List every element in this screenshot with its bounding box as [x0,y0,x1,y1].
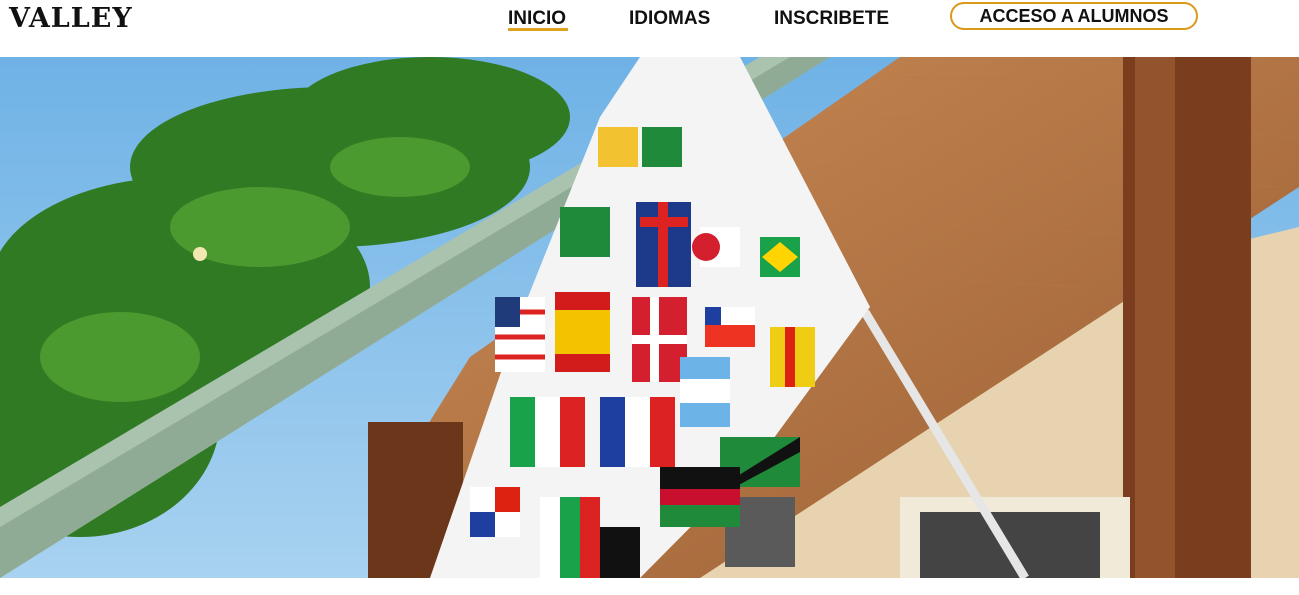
site-logo[interactable]: VALLEY [9,3,133,34]
student-access-button[interactable]: ACCESO A ALUMNOS [950,2,1198,30]
flags-photo-illustration [0,57,1299,578]
nav-link-inicio[interactable]: INICIO [508,8,566,30]
hero-banner-image [0,57,1299,578]
site-header: VALLEY INICIO IDIOMAS INSCRIBETE ACCESO … [0,0,1299,57]
nav-link-idiomas[interactable]: IDIOMAS [629,8,710,30]
nav-link-inscribete[interactable]: INSCRIBETE [774,8,889,30]
active-nav-indicator [508,28,568,31]
